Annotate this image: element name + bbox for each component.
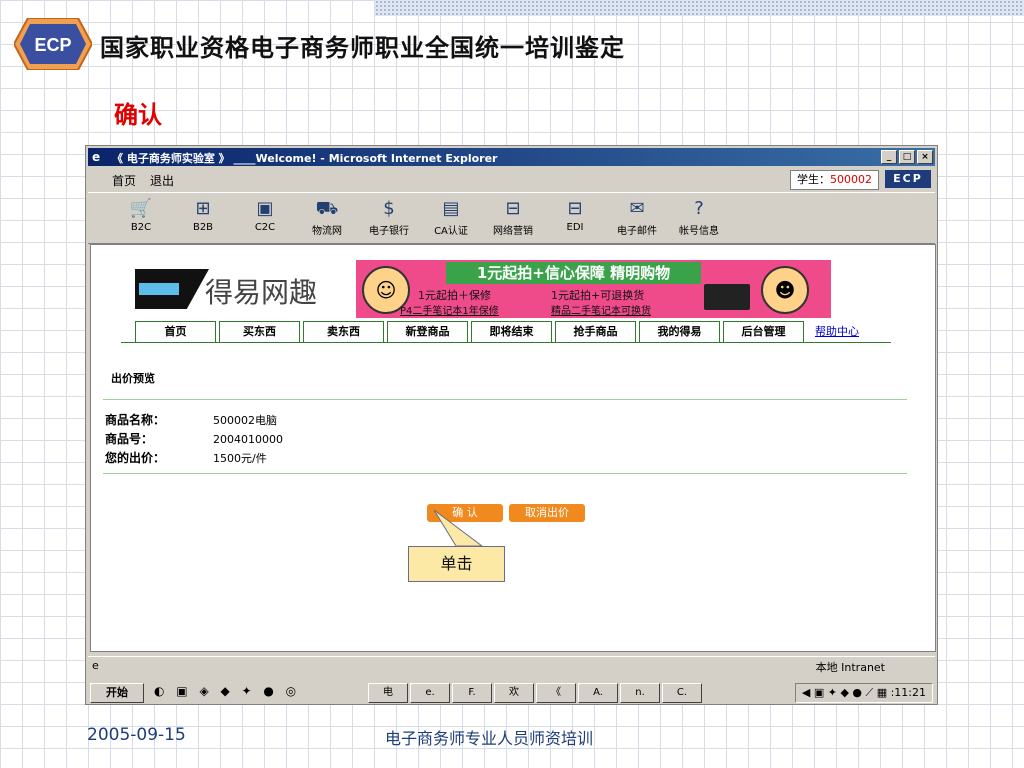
tool-c2c[interactable]: ▣ C2C bbox=[234, 195, 296, 237]
window-controls: _ □ × bbox=[881, 150, 933, 164]
network-icon: ⊞ bbox=[195, 198, 211, 219]
ie-icon: e bbox=[92, 150, 101, 164]
task-button[interactable]: 《 bbox=[536, 683, 576, 703]
tray-icons[interactable]: ◀ ▣ ✦ ◆ ● ⟋ ▦ bbox=[802, 686, 891, 699]
page-content: 得易网趣 ☺ 1元起拍+信心保障 精明购物 1元起拍＋保修 1元起拍+可退换货 … bbox=[90, 244, 936, 652]
tool-b2c[interactable]: 🛒 B2C bbox=[110, 195, 172, 237]
start-button[interactable]: 开始 bbox=[90, 683, 144, 703]
student-label: 学生： bbox=[797, 173, 830, 186]
task-button[interactable]: F. bbox=[452, 683, 492, 703]
bid-label: 您的出价： bbox=[105, 451, 166, 465]
help-center-link[interactable]: 帮助中心 bbox=[815, 323, 859, 339]
ie-window: e 《 电子商务师实验室 》 ____Welcome! - Microsoft … bbox=[85, 145, 938, 705]
divider bbox=[103, 473, 907, 474]
task-button[interactable]: n. bbox=[620, 683, 660, 703]
nav-my-account[interactable]: 我的得易 bbox=[639, 321, 720, 342]
item-name-value: 500002电脑 bbox=[213, 414, 277, 427]
tool-edi[interactable]: ⊟ EDI bbox=[544, 195, 606, 237]
detail-row-item-no: 商品号： 2004010000 bbox=[105, 430, 283, 447]
student-indicator: 学生：500002 bbox=[790, 170, 879, 190]
bid-preview-title: 出价预览 bbox=[111, 372, 155, 385]
maximize-button[interactable]: □ bbox=[899, 150, 915, 164]
clock: :11:21 bbox=[890, 686, 926, 699]
nav-admin[interactable]: 后台管理 bbox=[723, 321, 804, 342]
banner-sub-2[interactable]: 精品二手笔记本可换货 bbox=[551, 302, 651, 317]
bid-value: 1500元/件 bbox=[213, 452, 267, 465]
item-no-value: 2004010000 bbox=[213, 433, 283, 446]
email-icon: ✉ bbox=[629, 198, 645, 219]
help-icon: ? bbox=[694, 198, 704, 219]
nav-buy[interactable]: 买东西 bbox=[219, 321, 300, 342]
site-name: 得易网趣 bbox=[205, 276, 318, 309]
toolbar: 🛒 B2C ⊞ B2B ▣ C2C ⛟ 物流网 $ 电子银行 ▤ CA认证 ⊟ 网络营销 ⊟ E… bbox=[88, 192, 935, 244]
quick-launch-icons[interactable]: ◐ ▣ ◈ ◆ ✦ ● ◎ bbox=[154, 684, 300, 698]
banner-sub-1[interactable]: P4二手笔记本1年保修 bbox=[400, 302, 499, 317]
logo-text: ECP bbox=[34, 35, 71, 55]
site-nav: 首页 买东西 卖东西 新登商品 即将结束 抢手商品 我的得易 后台管理 bbox=[135, 321, 804, 342]
task-button[interactable]: 电 bbox=[368, 683, 408, 703]
site-logo-stripe bbox=[139, 283, 179, 295]
close-button[interactable]: × bbox=[917, 150, 933, 164]
tool-marketing[interactable]: ⊟ 网络营销 bbox=[482, 195, 544, 237]
certificate-icon: ▤ bbox=[442, 198, 460, 219]
menu-logout[interactable]: 退出 bbox=[150, 172, 174, 189]
truck-icon: ⛟ bbox=[315, 198, 339, 219]
system-tray: ◀ ▣ ✦ ◆ ● ⟋ ▦ :11:21 bbox=[794, 683, 933, 703]
top-decorative-band bbox=[375, 0, 1024, 16]
tool-logistics[interactable]: ⛟ 物流网 bbox=[296, 195, 358, 237]
security-zone: 本地 Intranet bbox=[815, 661, 885, 674]
task-button[interactable]: C. bbox=[662, 683, 702, 703]
window-titlebar[interactable]: e 《 电子商务师实验室 》 ____Welcome! - Microsoft … bbox=[88, 148, 935, 166]
tool-b2b[interactable]: ⊞ B2B bbox=[172, 195, 234, 237]
site-logo[interactable]: 得易网趣 bbox=[135, 267, 335, 313]
menu-home[interactable]: 首页 bbox=[112, 172, 136, 189]
task-button[interactable]: e. bbox=[410, 683, 450, 703]
footer-org: 电子商务师专业人员师资培训 bbox=[385, 729, 594, 748]
laptop-icon bbox=[704, 284, 750, 310]
banner-line-2: 1元起拍+可退换货 bbox=[551, 289, 645, 302]
minimize-button[interactable]: _ bbox=[881, 150, 897, 164]
tool-ebank[interactable]: $ 电子银行 bbox=[358, 195, 420, 237]
tool-account[interactable]: ? 帐号信息 bbox=[668, 195, 730, 237]
girl-face-icon: ☻ bbox=[761, 266, 809, 314]
item-no-label: 商品号： bbox=[105, 432, 154, 446]
ecp-badge: ECP bbox=[885, 170, 931, 188]
slide-heading: 确认 bbox=[114, 101, 162, 129]
tool-email[interactable]: ✉ 电子邮件 bbox=[606, 195, 668, 237]
pc-icon: ▣ bbox=[256, 198, 274, 219]
cart-icon: 🛒 bbox=[129, 198, 153, 219]
divider bbox=[103, 399, 907, 400]
detail-row-item-name: 商品名称： 500002电脑 bbox=[105, 411, 277, 428]
taskbar: 开始 ◐ ▣ ◈ ◆ ✦ ● ◎ 电 e. F. 欢 《 A. n. C. ◀ … bbox=[88, 682, 935, 703]
nav-home[interactable]: 首页 bbox=[135, 321, 216, 342]
nav-sell[interactable]: 卖东西 bbox=[303, 321, 384, 342]
click-callout: 单击 bbox=[408, 546, 505, 582]
window-title: 《 电子商务师实验室 》 ____Welcome! - Microsoft In… bbox=[112, 152, 498, 165]
task-button[interactable]: 欢 bbox=[494, 683, 534, 703]
banner-line-1: 1元起拍＋保修 bbox=[418, 289, 491, 302]
detail-row-bid: 您的出价： 1500元/件 bbox=[105, 449, 267, 466]
nav-hot-items[interactable]: 抢手商品 bbox=[555, 321, 636, 342]
hierarchy-icon: ⊟ bbox=[505, 198, 521, 219]
tool-ca[interactable]: ▤ CA认证 bbox=[420, 195, 482, 237]
student-id: 500002 bbox=[830, 173, 872, 186]
task-list: 电 e. F. 欢 《 A. n. C. bbox=[368, 683, 702, 703]
callout-pointer bbox=[434, 510, 484, 547]
cancel-bid-button[interactable]: 取消出价 bbox=[509, 504, 585, 522]
page-status-icon: e bbox=[92, 659, 99, 672]
menubar: 首页 退出 学生：500002 ECP bbox=[88, 168, 935, 190]
item-name-label: 商品名称： bbox=[105, 413, 166, 427]
edi-icon: ⊟ bbox=[567, 198, 583, 219]
nav-new-items[interactable]: 新登商品 bbox=[387, 321, 468, 342]
money-icon: $ bbox=[383, 198, 395, 219]
ad-banner[interactable]: ☺ 1元起拍+信心保障 精明购物 1元起拍＋保修 1元起拍+可退换货 P4二手笔… bbox=[356, 260, 831, 318]
nav-ending-soon[interactable]: 即将结束 bbox=[471, 321, 552, 342]
footer-date: 2005-09-15 bbox=[87, 725, 186, 745]
task-button[interactable]: A. bbox=[578, 683, 618, 703]
ecp-logo: ECP bbox=[14, 18, 92, 70]
banner-title: 1元起拍+信心保障 精明购物 bbox=[446, 262, 701, 284]
status-bar: e 本地 Intranet bbox=[88, 656, 935, 675]
nav-divider bbox=[121, 342, 891, 343]
slide-title: 国家职业资格电子商务师职业全国统一培训鉴定 bbox=[100, 34, 625, 62]
